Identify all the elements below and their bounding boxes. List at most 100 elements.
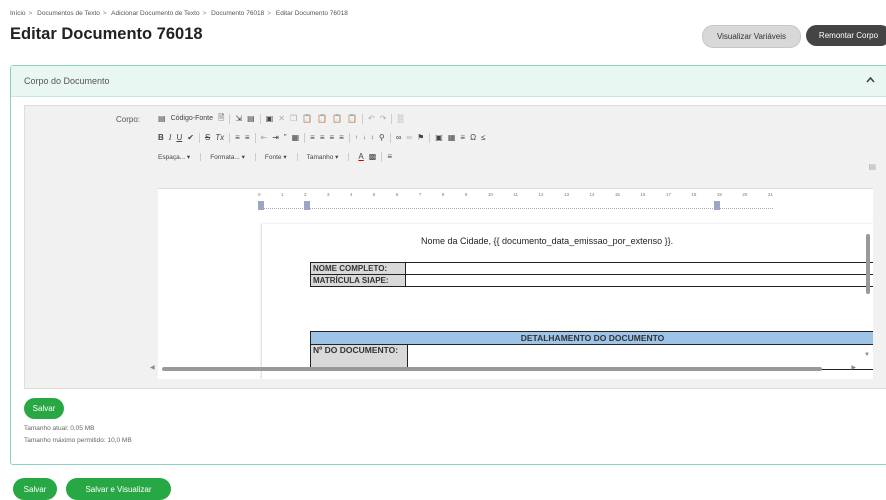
editor-toolbar: ▤ Código-Fonte 🗎 ⇲ ▤ ▣ ✕ ❐ 📋 📋 📋 📋 ↶ ↷ ░ [158,112,876,182]
current-size-text: Tamanho atual: 0,05 MB [24,425,95,432]
chevron-up-icon[interactable] [866,75,875,86]
image-icon[interactable]: ▣ [435,133,443,142]
font-combo[interactable]: Fonte ▾ [264,152,298,161]
save-icon[interactable]: ▣ [266,114,274,123]
horizontal-line-icon[interactable]: ≡ [460,133,465,142]
preview-icon[interactable]: 🗎 [218,112,224,126]
source-button[interactable]: Código-Fonte [171,115,213,122]
scroll-down-arrow-icon[interactable]: ▼ [864,352,870,358]
align-left-icon[interactable]: ≡ [310,133,315,142]
ruler-left-margin-marker[interactable] [258,201,264,210]
bg-color-icon[interactable]: ▩ [369,152,377,161]
editor-content-area[interactable]: 0 1 2 3 4 5 6 7 8 9 10 11 12 13 14 15 16 17 18 19 20 21 Nome … [158,188,873,379]
breadcrumb: Início > Documentos de Texto > Adicionar D… [10,10,351,17]
remontar-corpo-button[interactable]: Remontar Corpo [806,25,886,46]
align-right-icon[interactable]: ≡ [330,133,335,142]
expand-toolbar-icon[interactable]: ▤ [868,162,876,171]
breadcrumb-documento[interactable]: Documento 76018 [211,10,264,17]
source-icon[interactable]: ▤ [158,114,166,123]
uppercase-icon[interactable]: ↑ [355,135,358,141]
toolbar-separator [429,132,431,143]
ruler-indent-marker[interactable] [304,201,310,210]
link-icon[interactable]: ∞ [396,133,402,142]
font-size-icon[interactable]: ↕ [371,135,374,141]
outdent-icon[interactable]: ⇤ [261,133,268,142]
paste-word-icon[interactable]: 📋 [332,114,342,123]
ruler-right-margin-marker[interactable] [714,201,720,210]
special-char-icon[interactable]: Ω [470,133,476,142]
breadcrumb-documentos-de-texto[interactable]: Documentos de Texto [37,10,100,17]
document-page[interactable]: Nome da Cidade, {{ documento_data_emissa… [261,224,873,379]
copy-icon[interactable]: ❐ [290,114,297,123]
indent-icon[interactable]: ⇥ [272,133,279,142]
blocks-icon[interactable]: ▤ [247,114,255,123]
toolbar-separator [254,132,256,143]
align-justify-icon[interactable]: ≡ [339,133,344,142]
text-color-icon[interactable]: A [358,152,363,161]
spellcheck-icon[interactable]: ✔ [187,133,194,142]
breadcrumb-separator: > [202,10,207,17]
ruler-number: 13 [563,192,569,197]
ruler-number: 5 [372,192,376,197]
save-and-view-button[interactable]: Salvar e Visualizar [66,478,171,500]
breadcrumb-inicio[interactable]: Início [10,10,26,17]
table-icon[interactable]: ▦ [448,133,456,142]
ruler-number: 21 [767,192,773,197]
size-combo[interactable]: Tamanho ▾ [307,152,350,161]
ruler-number: 2 [303,192,307,197]
anchor-flag-icon[interactable]: ⚑ [417,133,424,142]
table-value-cell[interactable] [404,274,873,287]
italic-button[interactable]: I [169,133,172,142]
ruler-numbers: 0 1 2 3 4 5 6 7 8 9 10 11 12 13 14 15 16 17 18 19 20 21 [258,192,773,197]
vertical-scrollbar[interactable] [866,234,870,294]
panel-save-button[interactable]: Salvar [24,398,64,419]
toolbar-separator [259,113,261,124]
font-combo-label: Fonte [264,153,282,161]
paste-text-icon[interactable]: 📋 [317,114,327,123]
bold-button[interactable]: B [158,133,164,142]
horizontal-scrollbar[interactable]: ◀ ▶ [148,364,858,374]
horizontal-scroll-thumb[interactable] [162,367,822,371]
scroll-left-arrow-icon[interactable]: ◀ [150,364,155,371]
scroll-right-arrow-icon[interactable]: ▶ [851,364,856,371]
align-center-icon[interactable]: ≡ [320,133,325,142]
bulleted-list-icon[interactable]: ≡ [245,133,250,142]
toolbar-separator [229,132,231,143]
ruler-number: 18 [691,192,697,197]
remove-format-button[interactable]: Tx [215,133,224,142]
toolbar-separator [348,132,350,143]
paste-icon[interactable]: 📋 [302,114,312,123]
panel-header[interactable]: Corpo do Documento [11,66,886,97]
lowercase-icon[interactable]: ↓ [363,135,366,141]
underline-button[interactable]: U [176,133,182,142]
visualizar-variaveis-button[interactable]: Visualizar Variáveis [702,25,801,48]
city-date-line: Nome da Cidade, {{ documento_data_emissa… [421,236,674,246]
find-replace-icon[interactable]: ⚲ [379,133,385,142]
spacing-combo[interactable]: Espaça... ▾ [158,152,202,161]
paste-special-icon[interactable]: 📋 [347,114,357,123]
panel-title: Corpo do Documento [24,76,110,86]
save-button[interactable]: Salvar [13,478,57,500]
breadcrumb-separator: > [102,10,107,17]
page-break-icon[interactable]: ≤ [481,133,485,142]
redo-icon[interactable]: ↷ [380,114,387,123]
show-blocks-icon[interactable]: ≡ [387,152,392,161]
ruler-number: 4 [349,192,353,197]
table-value-cell[interactable] [404,262,873,275]
blockquote-icon[interactable]: ” [284,133,287,142]
toolbar-row-2: B I U ✔ S Tx ≡ ≡ ⇤ ⇥ ” ▦ ≡ ≡ ≡ ≡ ↑ ↓ ↕ ⚲… [158,131,485,144]
format-painter-icon[interactable]: ░ [397,114,403,123]
table-row: NOME COMPLETO: [310,262,873,275]
cut-icon[interactable]: ✕ [278,114,285,123]
strike-button[interactable]: S [205,133,210,142]
div-container-icon[interactable]: ▦ [292,133,300,142]
format-combo[interactable]: Formata... ▾ [210,152,256,161]
maximize-icon[interactable]: ⇲ [235,114,242,123]
ruler-number: 10 [487,192,493,197]
unlink-icon[interactable]: ∞ [406,133,412,142]
undo-icon[interactable]: ↶ [368,114,375,123]
toolbar-separator [389,132,391,143]
breadcrumb-adicionar-documento[interactable]: Adicionar Documento de Texto [111,10,199,17]
numbered-list-icon[interactable]: ≡ [235,133,240,142]
ruler-number: 7 [418,192,422,197]
